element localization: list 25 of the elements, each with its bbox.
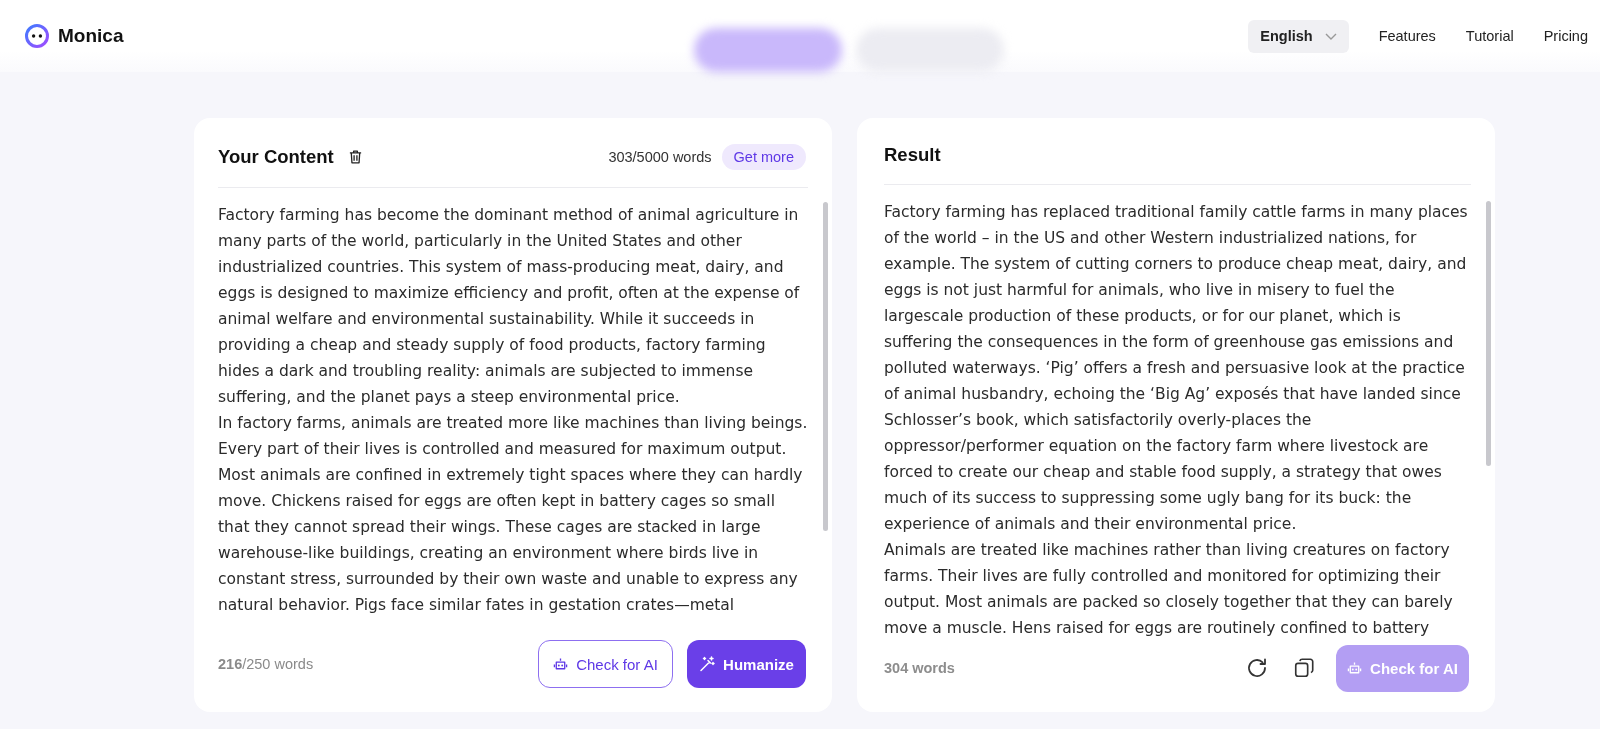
nav-link[interactable]: Features xyxy=(1378,28,1436,44)
get-more-button[interactable]: Get more xyxy=(721,143,806,170)
caret-icon xyxy=(1324,32,1337,40)
humanize-button[interactable]: Humanize xyxy=(687,640,806,688)
language-dropdown[interactable]: English xyxy=(1248,19,1349,53)
robot-icon xyxy=(553,656,569,672)
nav-link[interactable]: Pricing xyxy=(1543,28,1588,44)
scrollbar-thumb[interactable] xyxy=(1486,201,1491,466)
word-quota: 303/5000 words xyxy=(608,148,712,165)
brand-name: Monica xyxy=(58,25,124,47)
magic-wand-icon xyxy=(699,656,716,672)
robot-icon xyxy=(1347,660,1363,676)
result-paragraph: Factory farming has replaced traditional family cattle farms in many places of the world – in the US and other Western industrialized nations, for example. The system of cutting corners to produce cheap meat, dairy, and eggs is not just harmful for animals, who live in misery to fuel the largescale production of these products, or for our planet, which is suffering the consequences in the form of greenhouse gas emissions and polluted waterways. ‘Pig’ offers a fresh and persuasive look at the practice of animal husbandry, echoing the ‘Big Ag’ exposés that have landed since Schlosser’s book, which satisfactorily overly-places the oppressor/performer equation on the factory farm where livestock are forced to create our cheap and stable food supply, a strategy that owes much of its success to suppressing some ugly bang for its buck: the experience of animals and their environmental price. xyxy=(884,202,1469,535)
word-count: 216/250 words xyxy=(218,656,314,672)
scrollbar-thumb[interactable] xyxy=(823,202,828,531)
check-for-ai-button[interactable]: Check for AI xyxy=(538,640,673,688)
panel-title: Your Content xyxy=(218,145,334,168)
logo-icon xyxy=(25,24,49,48)
result-paragraph: Animals are treated like machines rather than living creatures on factory farms. Their lives are fully controlled and monitored for optimizing their output. Most animals are packed so closely together that they can barely move a muscle. Hens raised for eggs are routinely confined to battery xyxy=(884,540,1454,639)
nav-link[interactable]: Tutorial xyxy=(1465,28,1514,44)
content-paragraph: Factory farming has become the dominant method of animal agriculture in many parts of the world, particularly in the United States and other industrialized countries. This system of mass-producing meat, dairy, and eggs is designed to maximize efficiency and profit, often at the expense of animal welfare and environmental sustainability. While it succeeds in providing a cheap and steady supply of food products, factory farming hides a dark and troubling reality: animals are subjected to immense suffering, and the planet pays a steep environmental price. xyxy=(218,205,801,408)
trash-icon[interactable] xyxy=(347,148,363,165)
word-count: 304 words xyxy=(884,660,955,676)
content-paragraph: In factory farms, animals are treated more like machines than living beings. Every part of their lives is controlled and measured for maximum output. Most animals are confined in extremely tight spaces where they can hardly move. Chickens raised for eggs are often kept in battery cages so small that they cannot spread their wings. These cages are stacked in large warehouse-like buildings, creating an environment where birds live in constant stress, surrounded by their own waste and unable to express any natural behavior. Pigs face similar fates in gestation crates—metal xyxy=(218,413,808,616)
panel-title: Result xyxy=(884,144,941,166)
